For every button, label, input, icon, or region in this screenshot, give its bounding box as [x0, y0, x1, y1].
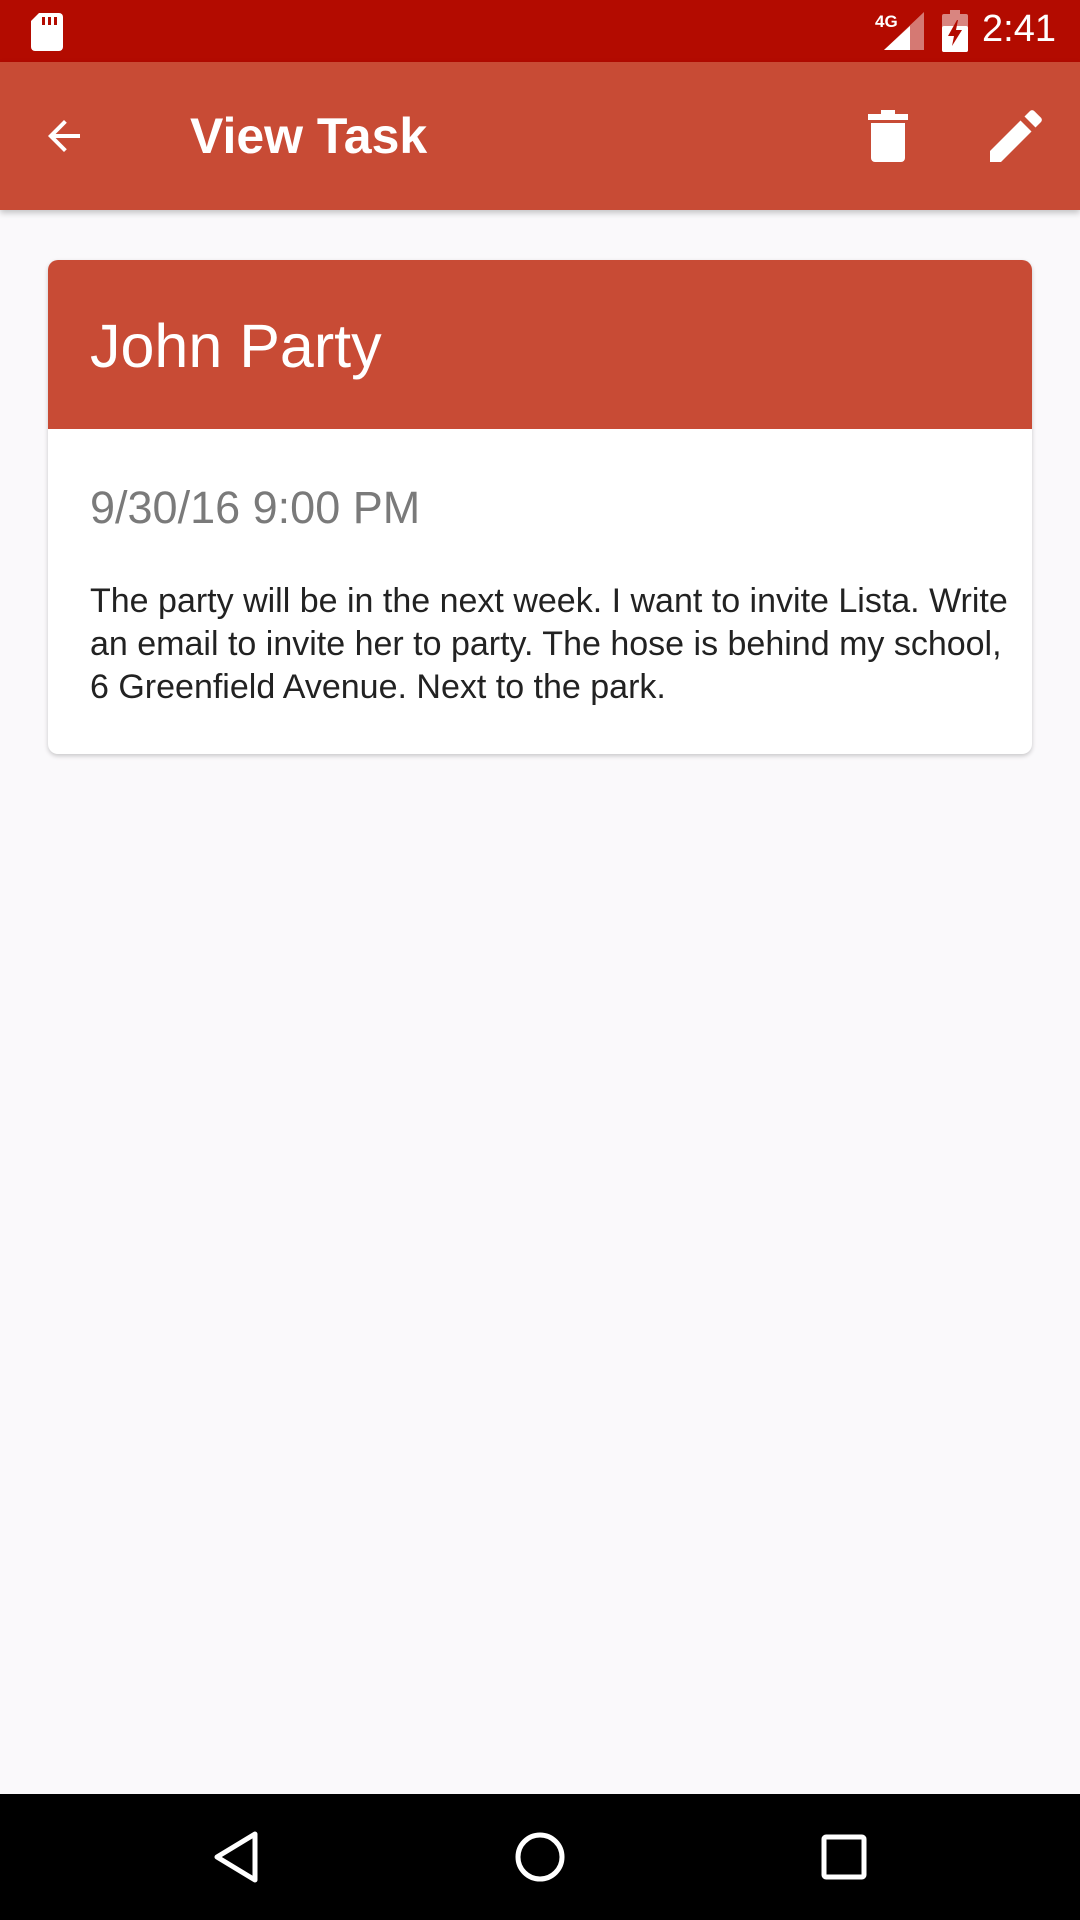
status-clock: 2:41	[982, 8, 1056, 50]
system-nav-bar	[0, 1794, 1080, 1920]
cell-signal-icon	[884, 12, 924, 50]
nav-home-button[interactable]	[500, 1817, 580, 1897]
view-task-screen: 4G 2:41 View Task John Party 9/30/16 9:0…	[0, 0, 1080, 1920]
page-title: View Task	[190, 108, 428, 164]
back-triangle-icon	[214, 1831, 258, 1883]
nav-recents-button[interactable]	[804, 1817, 884, 1897]
edit-task-button[interactable]	[980, 100, 1052, 172]
arrow-back-icon	[48, 120, 80, 152]
nav-back-button[interactable]	[196, 1817, 276, 1897]
pencil-icon	[990, 110, 1042, 162]
sd-card-icon	[31, 13, 63, 51]
recents-square-icon	[821, 1834, 867, 1880]
task-card-header: John Party	[48, 260, 1032, 429]
battery-charging-icon	[942, 10, 968, 52]
task-description: The party will be in the next week. I wa…	[90, 582, 1008, 706]
delete-task-button[interactable]	[852, 100, 924, 172]
trash-icon	[868, 110, 908, 162]
task-title: John Party	[90, 312, 382, 380]
task-datetime: 9/30/16 9:00 PM	[90, 482, 421, 533]
status-bar: 4G 2:41	[0, 0, 1080, 62]
home-circle-icon	[515, 1832, 565, 1882]
task-card: John Party 9/30/16 9:00 PM The party wil…	[48, 260, 1032, 754]
back-button[interactable]	[28, 100, 100, 172]
app-bar: View Task	[0, 62, 1080, 210]
